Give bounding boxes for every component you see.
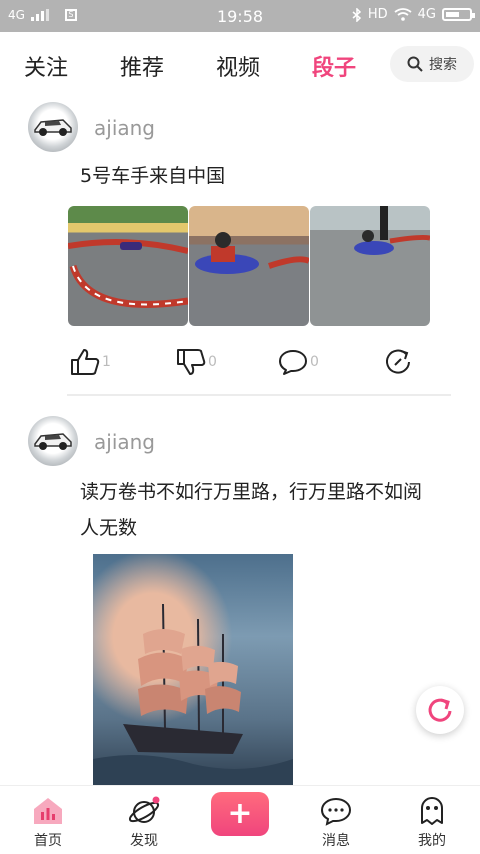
top-nav: 关注 推荐 视频 段子 搜索 xyxy=(0,32,480,96)
post-image[interactable] xyxy=(310,206,430,326)
comment-button[interactable]: 0 xyxy=(278,348,319,376)
post-text: 读万卷书不如行万里路，行万里路不如阅人无数 xyxy=(80,481,423,539)
share-icon xyxy=(386,349,410,374)
comment-count: 0 xyxy=(310,354,319,370)
nav-home-label: 首页 xyxy=(34,833,62,849)
post-image[interactable] xyxy=(189,206,309,326)
message-icon xyxy=(320,797,352,826)
post-divider xyxy=(67,394,451,396)
wifi-icon xyxy=(394,8,412,21)
tab-follow[interactable]: 关注 xyxy=(24,50,68,82)
nav-discover[interactable]: 发现 xyxy=(112,792,176,850)
search-icon xyxy=(407,56,423,72)
dislike-button[interactable]: 0 xyxy=(176,348,217,376)
username[interactable]: ajiang xyxy=(94,116,155,140)
nav-messages[interactable]: 消息 xyxy=(304,792,368,850)
battery-icon xyxy=(442,8,475,21)
bluetooth-icon xyxy=(352,7,361,22)
planet-icon xyxy=(128,796,160,823)
nav-discover-label: 发现 xyxy=(130,833,158,849)
comment-icon xyxy=(279,350,307,375)
thumbs-up-icon xyxy=(71,349,100,375)
avatar[interactable] xyxy=(28,416,78,466)
post-add-button[interactable]: + xyxy=(211,792,269,836)
nav-messages-label: 消息 xyxy=(322,833,350,849)
nav-profile[interactable]: 我的 xyxy=(400,792,464,850)
status-bar: 4G S 19:58 HD 4G xyxy=(0,0,480,32)
tab-recommend[interactable]: 推荐 xyxy=(120,50,164,82)
search-label: 搜索 xyxy=(429,57,457,73)
home-icon xyxy=(34,798,62,824)
network-type-2: 4G xyxy=(417,7,436,22)
status-right: HD 4G xyxy=(352,7,475,22)
tab-jokes[interactable]: 段子 xyxy=(312,50,356,82)
refresh-button[interactable] xyxy=(416,686,464,734)
post-image[interactable] xyxy=(68,206,188,326)
username[interactable]: ajiang xyxy=(94,430,155,454)
like-count: 1 xyxy=(102,354,111,370)
tab-video[interactable]: 视频 xyxy=(216,50,260,82)
hd-label: HD xyxy=(367,7,388,22)
post-card: ajiang 5号车手来自中国 1 0 0 xyxy=(0,96,480,401)
nav-profile-label: 我的 xyxy=(418,833,446,849)
search-button[interactable]: 搜索 xyxy=(390,46,474,82)
share-button[interactable] xyxy=(384,348,412,376)
nav-home[interactable]: 首页 xyxy=(16,792,80,850)
thumbs-down-icon xyxy=(177,349,206,375)
like-button[interactable]: 1 xyxy=(70,348,111,376)
post-image[interactable] xyxy=(93,554,293,790)
post-card: ajiang 读万卷书不如行万里路，行万里路不如阅人无数 xyxy=(0,410,480,790)
dislike-count: 0 xyxy=(208,354,217,370)
avatar[interactable] xyxy=(28,102,78,152)
post-actions: 1 0 0 xyxy=(0,348,480,388)
ghost-icon xyxy=(421,797,443,825)
post-text: 5号车手来自中国 xyxy=(80,165,226,187)
bottom-nav: 首页 发现 + 消息 我的 xyxy=(0,785,480,854)
refresh-icon xyxy=(428,698,452,722)
